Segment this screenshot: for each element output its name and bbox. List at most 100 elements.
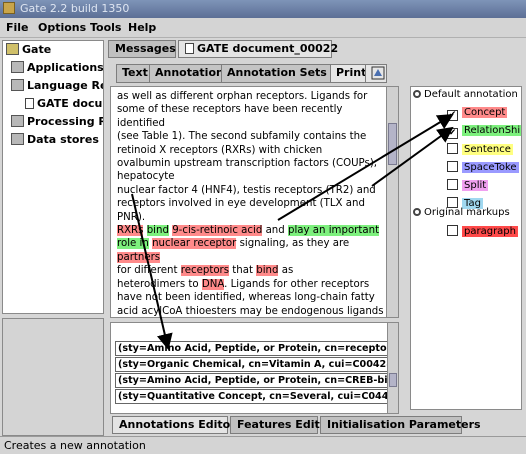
- annotation-type-label: Concept: [462, 107, 508, 118]
- status-bar: Creates a new annotation: [0, 436, 526, 454]
- original-markups-set[interactable]: Original markups: [413, 207, 510, 223]
- annotation-type-checkbox[interactable]: [447, 143, 458, 154]
- tree-root[interactable]: Gate: [6, 43, 51, 59]
- relationship-highlight[interactable]: bind: [146, 225, 169, 237]
- window-title: Gate 2.2 build 1350: [20, 2, 130, 15]
- document-scroll-thumb[interactable]: [388, 123, 397, 165]
- annotation-row[interactable]: (sty=Amino Acid, Peptide, or Protein, cn…: [115, 373, 393, 388]
- expand-key-icon: [413, 208, 421, 216]
- tab-annotations-editor[interactable]: Annotations Editor: [112, 416, 236, 434]
- annotation-type-label: RelationShi: [462, 125, 521, 136]
- menu-file[interactable]: File: [6, 21, 29, 34]
- document-line[interactable]: receptors involved in eye development (T…: [117, 197, 387, 224]
- tree-item-language-resources[interactable]: Language Res: [11, 79, 103, 95]
- tree-item-label: Data stores: [27, 133, 99, 146]
- document-line[interactable]: (see Table 1). The second subfamily cont…: [117, 130, 387, 143]
- text-run: (see Table 1). The second subfamily cont…: [117, 131, 367, 143]
- annotation-type-label: SpaceToke: [462, 162, 519, 173]
- text-run: and: [262, 225, 288, 237]
- gate-root-icon: [6, 43, 19, 55]
- document-icon: [25, 98, 34, 109]
- annotation-type-label: Sentence: [462, 144, 513, 155]
- default-set-label: Default annotation: [424, 89, 518, 100]
- text-run: some of these receptors have been recent…: [117, 104, 343, 129]
- annotation-type-row[interactable]: SpaceToke: [447, 161, 519, 177]
- tab-gate-document-label: GATE document_00022: [197, 42, 339, 55]
- data-stores-icon: [11, 133, 24, 145]
- annotation-list-scrollbar[interactable]: [387, 323, 398, 413]
- document-line[interactable]: have not been identified, whereas long-c…: [117, 291, 387, 304]
- document-toolbar: Text Annotations Annotation Sets Print: [108, 60, 400, 86]
- document-text-pane[interactable]: as well as different orphan receptors. L…: [110, 86, 399, 318]
- concept-highlight[interactable]: bind: [256, 265, 279, 277]
- concept-highlight[interactable]: RXRs: [117, 225, 144, 237]
- resource-tree: Gate Applications Language Res GATE docu…: [2, 40, 104, 314]
- concept-highlight[interactable]: receptors: [180, 265, 230, 277]
- concept-highlight[interactable]: partners: [117, 251, 161, 263]
- tab-features-editor[interactable]: Features Editor: [230, 416, 333, 434]
- text-run: receptors involved in eye development (T…: [117, 198, 365, 223]
- document-line[interactable]: some of these receptors have been recent…: [117, 103, 387, 130]
- menu-tools[interactable]: Tools: [90, 21, 121, 34]
- annotation-type-row[interactable]: paragraph: [447, 225, 518, 241]
- tree-item-applications[interactable]: Applications: [11, 61, 104, 77]
- relationship-highlight[interactable]: play an important: [287, 225, 380, 237]
- document-line[interactable]: ovalbumin upstream transcription factors…: [117, 157, 387, 184]
- text-run: have not been identified, whereas long-c…: [117, 292, 375, 304]
- annotation-list-scroll-thumb[interactable]: [389, 373, 397, 387]
- tab-messages[interactable]: Messages: [108, 40, 176, 58]
- document-line[interactable]: for different receptors that bind as: [117, 264, 387, 277]
- concept-highlight[interactable]: nuclear receptor: [152, 238, 237, 250]
- annotation-row[interactable]: (sty=Organic Chemical, cn=Vitamin A, cui…: [115, 357, 393, 372]
- annotation-type-label: Split: [462, 180, 489, 191]
- document-line[interactable]: acid acylCoA thioesters may be endogenou…: [117, 305, 387, 318]
- document-line[interactable]: RXRs bind 9-cis-retinoic acid and play a…: [117, 224, 387, 237]
- tree-root-label: Gate: [22, 43, 52, 56]
- annotation-row[interactable]: (sty=Amino Acid, Peptide, or Protein, cn…: [115, 341, 393, 356]
- applications-icon: [11, 61, 24, 73]
- annotation-type-row[interactable]: ✔ RelationShi: [447, 125, 521, 141]
- concept-highlight[interactable]: 9-cis-retinoic acid: [172, 225, 263, 237]
- tab-initialisation-parameters[interactable]: Initialisation Parameters: [320, 416, 481, 434]
- annotation-type-checkbox[interactable]: [447, 225, 458, 236]
- text-run: heterodimers to: [117, 278, 202, 290]
- menu-options[interactable]: Options: [38, 21, 86, 34]
- text-run: acid acylCoA thioesters may be endogenou…: [117, 305, 384, 317]
- tree-item-data-stores[interactable]: Data stores: [11, 133, 99, 149]
- document-text[interactable]: as well as different orphan receptors. L…: [117, 90, 387, 318]
- text-run: as well as different orphan receptors. L…: [117, 91, 368, 102]
- concept-highlight[interactable]: DNA: [201, 278, 225, 290]
- tree-item-gate-document[interactable]: GATE docu: [25, 97, 102, 113]
- tree-item-processing-resources[interactable]: Processing Re: [11, 115, 103, 131]
- tree-item-label: Applications: [27, 61, 104, 74]
- annotation-type-row[interactable]: Split: [447, 179, 489, 195]
- document-line[interactable]: heterodimers to DNA. Ligands for other r…: [117, 278, 387, 291]
- annotation-type-row[interactable]: ✔ Concept: [447, 107, 508, 123]
- language-resources-icon: [11, 79, 24, 91]
- text-run: for different: [117, 265, 181, 277]
- text-run: . Ligands for other receptors: [224, 278, 370, 290]
- text-run: nuclear factor 4 (HNF4), testis receptor…: [117, 184, 376, 196]
- annotation-type-row[interactable]: Sentence: [447, 143, 513, 159]
- annotation-row[interactable]: (sty=Quantitative Concept, cn=Several, c…: [115, 389, 393, 404]
- annotation-type-checkbox[interactable]: [447, 179, 458, 190]
- document-line[interactable]: role in nuclear receptor signaling, as t…: [117, 237, 387, 264]
- relationship-highlight[interactable]: role in: [117, 238, 149, 250]
- annotation-type-checkbox[interactable]: ✔: [447, 110, 458, 121]
- menu-help[interactable]: Help: [128, 21, 156, 34]
- document-line[interactable]: retinoid X receptors (RXRs) with chicken: [117, 144, 387, 157]
- annotation-type-checkbox[interactable]: ✔: [447, 128, 458, 139]
- default-annotation-set[interactable]: Default annotation: [413, 89, 518, 105]
- status-text: Creates a new annotation: [4, 439, 146, 452]
- tab-gate-document[interactable]: GATE document_00022: [178, 40, 338, 58]
- annotation-sets-button[interactable]: Annotation Sets: [221, 64, 333, 83]
- annotation-type-checkbox[interactable]: [447, 161, 458, 172]
- document-line[interactable]: as well as different orphan receptors. L…: [117, 90, 387, 103]
- tree-item-label: Language Res: [27, 79, 103, 92]
- document-scrollbar[interactable]: [386, 87, 398, 317]
- original-markups-label: Original markups: [424, 207, 510, 218]
- tree-item-label: Processing Re: [27, 115, 103, 128]
- new-annotation-icon[interactable]: [365, 64, 387, 83]
- text-run: retinoid X receptors (RXRs) with chicken: [117, 144, 323, 156]
- document-line[interactable]: nuclear factor 4 (HNF4), testis receptor…: [117, 184, 387, 197]
